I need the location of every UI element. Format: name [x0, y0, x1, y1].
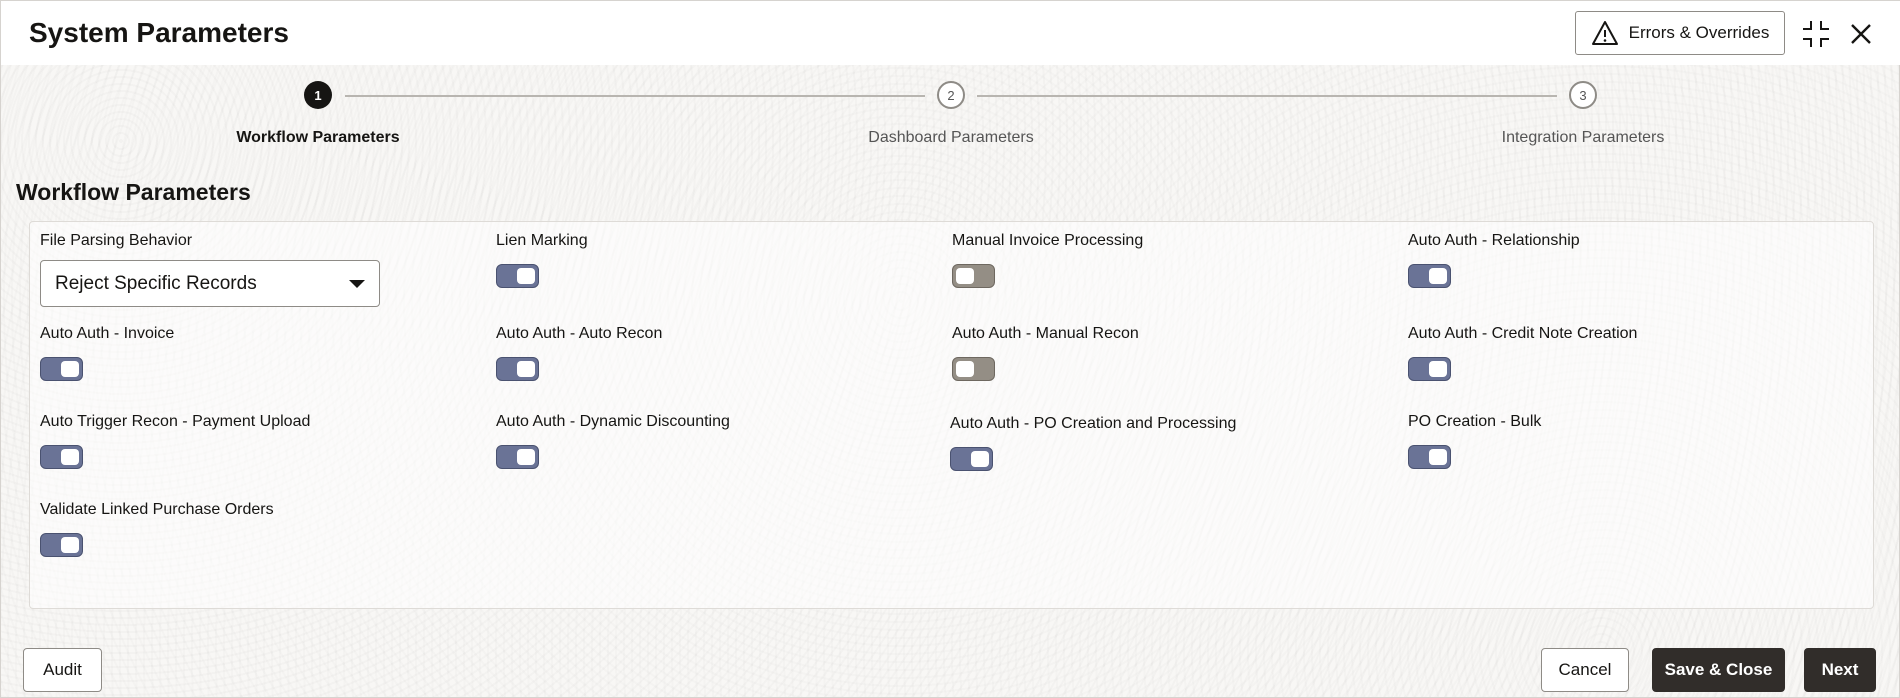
auto-auth-manual-recon-switch[interactable] [952, 357, 995, 381]
system-parameters-dialog: System Parameters Errors & Overrides 1 2… [0, 0, 1900, 698]
auto-auth-relationship-switch[interactable] [1408, 264, 1451, 288]
step-connector [977, 95, 1557, 97]
auto-auth-auto-recon-switch[interactable] [496, 357, 539, 381]
toggle-field-auto-auth-credit-note: Auto Auth - Credit Note Creation [1408, 325, 1637, 381]
auto-trigger-recon-switch[interactable] [40, 445, 83, 469]
section-title: Workflow Parameters [16, 179, 251, 205]
toggle-field-validate-linked-po: Validate Linked Purchase Orders [40, 501, 274, 557]
close-icon[interactable] [1846, 19, 1876, 49]
switch-knob [1429, 268, 1447, 284]
auto-auth-dynamic-discounting-switch[interactable] [496, 445, 539, 469]
auto-auth-credit-note-switch[interactable] [1408, 357, 1451, 381]
step-3-label[interactable]: Integration Parameters [1433, 129, 1733, 147]
file-parsing-select[interactable]: Reject Specific Records [40, 260, 380, 307]
file-parsing-field: File Parsing Behavior Reject Specific Re… [40, 232, 380, 307]
toggle-label: Manual Invoice Processing [952, 232, 1144, 249]
step-train: 1 2 3 Workflow Parameters Dashboard Para… [1, 81, 1900, 151]
errors-overrides-label: Errors & Overrides [1628, 23, 1770, 42]
toggle-label: PO Creation - Bulk [1408, 413, 1542, 430]
toggle-field-auto-auth-relationship: Auto Auth - Relationship [1408, 232, 1580, 288]
switch-knob [61, 537, 79, 553]
toggle-field-lien-marking: Lien Marking [496, 232, 588, 288]
errors-overrides-button[interactable]: Errors & Overrides [1575, 11, 1785, 55]
toggle-field-auto-trigger-recon: Auto Trigger Recon - Payment Upload [40, 413, 310, 469]
toggle-label: Auto Trigger Recon - Payment Upload [40, 413, 311, 430]
switch-knob [517, 268, 535, 284]
switch-knob [61, 361, 79, 377]
toggle-label: Lien Marking [496, 232, 588, 249]
warning-icon [1591, 21, 1618, 45]
cancel-button[interactable]: Cancel [1541, 648, 1629, 692]
auto-auth-po-creation-switch[interactable] [950, 447, 993, 471]
toggle-label: Auto Auth - Auto Recon [496, 325, 663, 342]
toggle-label: Auto Auth - Manual Recon [952, 325, 1139, 342]
switch-knob [956, 361, 974, 377]
toggle-field-auto-auth-manual-recon: Auto Auth - Manual Recon [952, 325, 1139, 381]
toggle-field-manual-invoice: Manual Invoice Processing [952, 232, 1143, 288]
switch-knob [956, 268, 974, 284]
toggle-label: Auto Auth - Credit Note Creation [1408, 325, 1638, 342]
switch-knob [517, 361, 535, 377]
step-connector [345, 95, 925, 97]
toggle-label: Validate Linked Purchase Orders [40, 501, 274, 518]
page-title: System Parameters [29, 17, 289, 48]
auto-auth-invoice-switch[interactable] [40, 357, 83, 381]
next-button[interactable]: Next [1804, 648, 1876, 692]
toggle-field-po-creation-bulk: PO Creation - Bulk [1408, 413, 1541, 469]
po-creation-bulk-switch[interactable] [1408, 445, 1451, 469]
audit-button[interactable]: Audit [23, 648, 102, 692]
step-1-indicator[interactable]: 1 [304, 81, 332, 109]
lien-marking-switch[interactable] [496, 264, 539, 288]
toggle-field-auto-auth-auto-recon: Auto Auth - Auto Recon [496, 325, 662, 381]
toggle-label: Auto Auth - Dynamic Discounting [496, 413, 730, 430]
manual-invoice-processing-switch[interactable] [952, 264, 995, 288]
chevron-down-icon [349, 279, 365, 288]
toggle-field-auto-auth-dynamic-discounting: Auto Auth - Dynamic Discounting [496, 413, 730, 469]
file-parsing-value: Reject Specific Records [55, 272, 257, 294]
parameters-panel: File Parsing Behavior Reject Specific Re… [29, 221, 1874, 609]
switch-knob [1429, 361, 1447, 377]
toggle-label: Auto Auth - PO Creation and Processing [950, 415, 1237, 432]
toggle-field-auto-auth-po-creation: Auto Auth - PO Creation and Processing [950, 415, 1236, 471]
file-parsing-label: File Parsing Behavior [40, 232, 193, 249]
save-close-button[interactable]: Save & Close [1652, 648, 1785, 692]
switch-knob [971, 451, 989, 467]
step-2-indicator[interactable]: 2 [937, 81, 965, 109]
minimize-icon[interactable] [1801, 19, 1831, 49]
dialog-header: System Parameters Errors & Overrides [1, 1, 1900, 65]
switch-knob [1429, 449, 1447, 465]
toggle-field-auto-auth-invoice: Auto Auth - Invoice [40, 325, 174, 381]
step-3-indicator[interactable]: 3 [1569, 81, 1597, 109]
switch-knob [517, 449, 535, 465]
switch-knob [61, 449, 79, 465]
toggle-label: Auto Auth - Invoice [40, 325, 175, 342]
step-2-label[interactable]: Dashboard Parameters [801, 129, 1101, 147]
step-1-label[interactable]: Workflow Parameters [168, 129, 468, 147]
validate-linked-po-switch[interactable] [40, 533, 83, 557]
toggle-label: Auto Auth - Relationship [1408, 232, 1580, 249]
